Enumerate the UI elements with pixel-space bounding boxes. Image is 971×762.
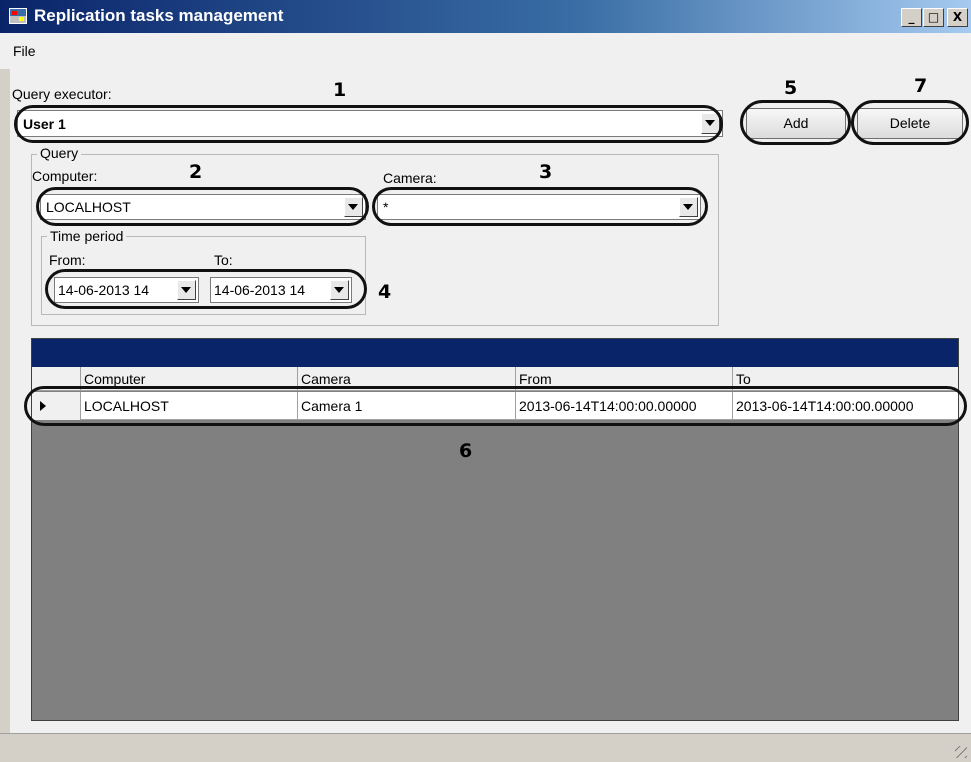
query-executor-select[interactable]: User 1: [17, 110, 723, 137]
grid-header: Computer Camera From To: [32, 367, 958, 391]
menu-file[interactable]: File: [13, 43, 36, 59]
computer-value: LOCALHOST: [46, 199, 131, 215]
app-icon: [9, 8, 27, 24]
computer-label: Computer:: [32, 168, 98, 184]
query-group-title: Query: [37, 145, 82, 161]
chevron-down-icon[interactable]: [177, 280, 196, 300]
row-selector-icon: [40, 401, 46, 411]
cell-from[interactable]: 2013-06-14T14:00:00.00000: [516, 392, 733, 420]
column-header-to[interactable]: To: [733, 367, 958, 391]
camera-label: Camera:: [383, 170, 437, 186]
column-header-from[interactable]: From: [516, 367, 733, 391]
time-period-title: Time period: [47, 228, 127, 244]
time-period-group: [41, 236, 366, 315]
minimize-button[interactable]: _: [901, 8, 922, 27]
resize-grip-icon[interactable]: [955, 746, 967, 758]
annotation-number-6: 6: [459, 440, 473, 462]
query-executor-value: User 1: [23, 115, 66, 132]
chevron-down-icon[interactable]: [330, 280, 349, 300]
add-button[interactable]: Add: [746, 108, 846, 139]
delete-button[interactable]: Delete: [857, 108, 963, 139]
chevron-down-icon[interactable]: [679, 197, 698, 217]
chevron-down-icon[interactable]: [344, 197, 363, 217]
annotation-number-1: 1: [333, 79, 347, 101]
camera-select[interactable]: *: [377, 194, 701, 220]
from-label: From:: [49, 252, 86, 268]
to-value: 14-06-2013 14: [214, 282, 306, 298]
cell-computer[interactable]: LOCALHOST: [81, 392, 298, 420]
grid-corner-cell: [32, 367, 81, 391]
maximize-button[interactable]: □: [923, 8, 944, 27]
window-title: Replication tasks management: [34, 6, 284, 25]
to-label: To:: [214, 252, 233, 268]
cell-to[interactable]: 2013-06-14T14:00:00.00000: [733, 392, 958, 420]
annotation-number-7: 7: [914, 75, 928, 97]
annotation-number-5: 5: [784, 77, 798, 99]
chevron-down-icon[interactable]: [701, 113, 720, 134]
computer-select[interactable]: LOCALHOST: [40, 194, 366, 220]
annotation-number-4: 4: [378, 281, 392, 303]
table-row[interactable]: LOCALHOST Camera 1 2013-06-14T14:00:00.0…: [32, 392, 958, 420]
status-bar: [0, 733, 971, 762]
annotation-number-2: 2: [189, 161, 203, 183]
column-header-computer[interactable]: Computer: [81, 367, 298, 391]
cell-camera[interactable]: Camera 1: [298, 392, 516, 420]
to-datetime-picker[interactable]: 14-06-2013 14: [210, 277, 352, 303]
grid-caption-bar: [32, 339, 958, 367]
query-executor-label: Query executor:: [12, 86, 112, 102]
from-datetime-picker[interactable]: 14-06-2013 14: [54, 277, 199, 303]
row-header[interactable]: [32, 392, 81, 420]
annotation-number-3: 3: [539, 161, 553, 183]
close-button[interactable]: X: [947, 8, 968, 27]
column-header-camera[interactable]: Camera: [298, 367, 516, 391]
from-value: 14-06-2013 14: [58, 282, 150, 298]
menu-bar: [0, 33, 971, 69]
camera-value: *: [383, 199, 389, 215]
